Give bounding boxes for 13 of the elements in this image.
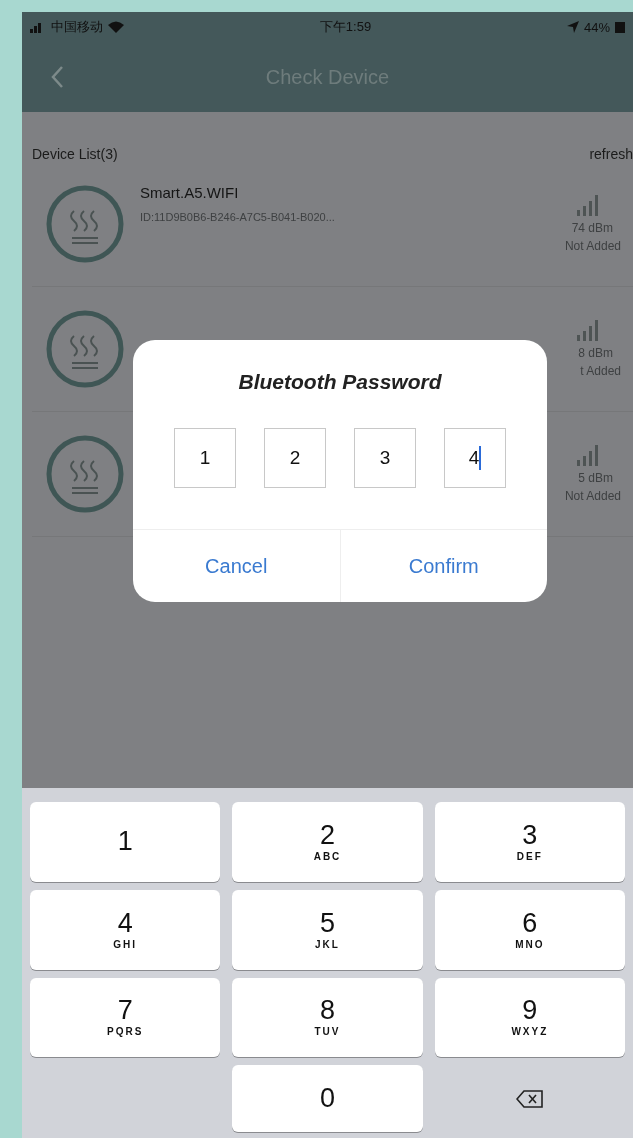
signal-reading: 74 dBm (571, 221, 613, 235)
device-status: Not Added (564, 489, 621, 503)
dialog-title: Bluetooth Password (238, 370, 442, 394)
device-status: t Added (580, 364, 621, 378)
signal-reading: 5 dBm (578, 471, 613, 485)
carrier-name: 中国移动 (51, 18, 103, 36)
status-time: 下午1:59 (319, 18, 372, 36)
device-name: Smart.A5.WIFI (140, 184, 240, 201)
device-status: Not Added (564, 239, 621, 253)
device-id: ID:11D9B0B6-B246-A7C5-B041-B020... (140, 211, 336, 223)
list-title: Device List(3) (32, 146, 118, 162)
battery-percent: 44% (583, 19, 610, 35)
signal-reading: 8 dBm (578, 346, 613, 360)
